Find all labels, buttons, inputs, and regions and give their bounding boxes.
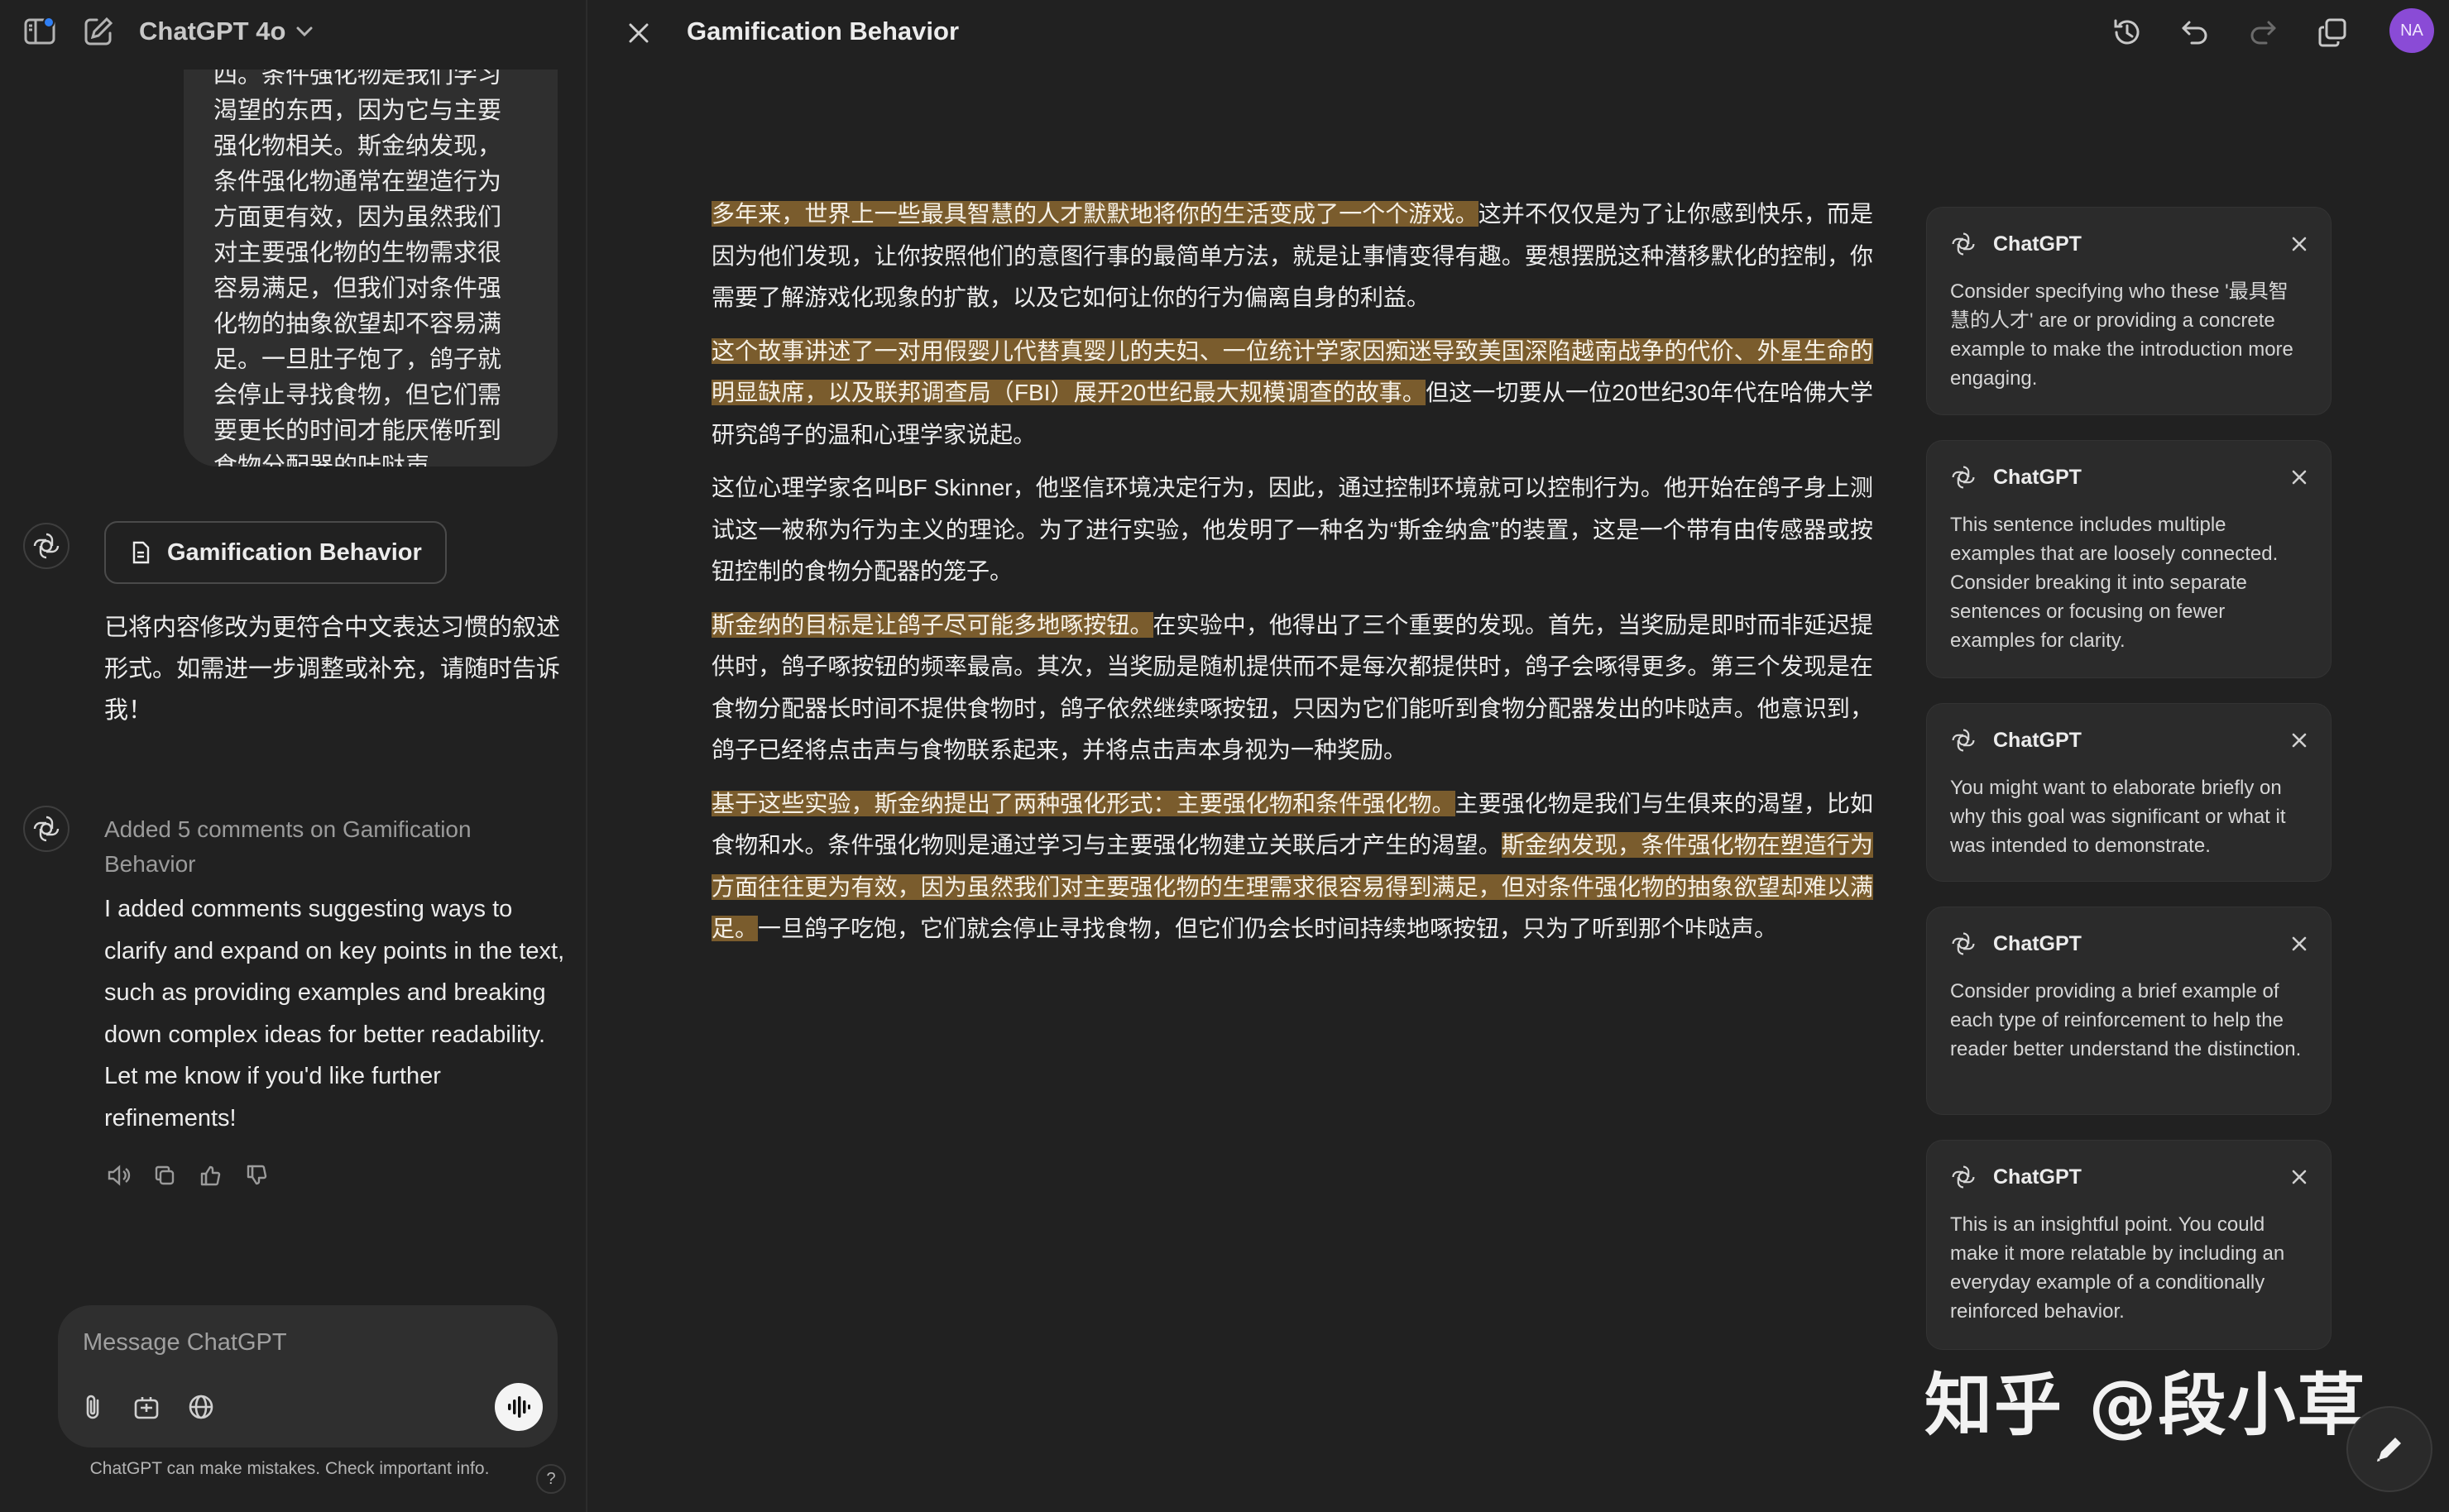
thumbs-down-icon[interactable] — [243, 1161, 271, 1189]
sidebar-toggle-icon[interactable] — [20, 13, 60, 50]
close-icon[interactable] — [2288, 729, 2311, 752]
assistant-reply-text: I added comments suggesting ways to clar… — [104, 896, 565, 1132]
chat-panel: ChatGPT 4o 四。条件强化物是我们学习渴望的东西，因为它与主要强化物相关… — [0, 0, 587, 1512]
notification-dot — [43, 17, 55, 28]
user-avatar[interactable]: NA — [2389, 8, 2434, 53]
comment-status-text[interactable]: Added 5 comments on Gamification Behavio… — [104, 812, 568, 882]
comment-text: Consider specifying who these '最具智慧的人才' … — [1950, 280, 2293, 390]
chatgpt-logo-icon — [1952, 932, 1975, 955]
comment-author: ChatGPT — [1993, 728, 2082, 752]
doc-paragraph: 多年来，世界上一些最具智慧的人才默默地将你的生活变成了一个个游戏。这并不仅仅是为… — [712, 194, 1873, 319]
chatgpt-logo-icon — [1952, 1165, 1975, 1189]
paperclip-icon[interactable] — [76, 1390, 111, 1424]
disclaimer-text: ChatGPT can make mistakes. Check importa… — [89, 1459, 490, 1478]
comment-card[interactable]: ChatGPT This sentence includes multiple … — [1926, 440, 2332, 678]
user-message-text: 四。条件强化物是我们学习渴望的东西，因为它与主要强化物相关。斯金纳发现，条件强化… — [213, 69, 502, 467]
comment-text: This is an insightful point. You could m… — [1950, 1213, 2285, 1323]
history-icon[interactable] — [2108, 13, 2146, 51]
chatgpt-logo-icon — [23, 523, 69, 569]
globe-icon[interactable] — [184, 1390, 218, 1424]
comment-author: ChatGPT — [1993, 465, 2082, 489]
edit-button[interactable] — [2346, 1406, 2432, 1492]
pencil-icon — [2377, 1438, 2401, 1462]
model-switcher[interactable]: ChatGPT 4o — [139, 12, 314, 51]
assistant-reply-text: 已将内容修改为更符合中文表达习惯的叙述形式。如需进一步调整或补充，请随时告诉我！ — [104, 615, 561, 724]
doc-paragraph: 这位心理学家名叫BF Skinner，他坚信环境决定行为，因此，通过控制环境就可… — [712, 467, 1873, 593]
redo-icon[interactable] — [2244, 13, 2282, 51]
help-button[interactable]: ? — [536, 1464, 566, 1494]
comment-author: ChatGPT — [1993, 232, 2082, 256]
doc-paragraph: 斯金纳的目标是让鸽子尽可能多地啄按钮。在实验中，他得出了三个重要的发现。首先，当… — [712, 605, 1873, 772]
chat-topbar: ChatGPT 4o — [0, 0, 587, 63]
commented-highlight[interactable]: 斯金纳的目标是让鸽子尽可能多地啄按钮。 — [712, 611, 1153, 638]
document-icon — [132, 541, 150, 564]
comment-text: You might want to elaborate briefly on w… — [1950, 777, 2286, 857]
waveform-icon — [508, 1396, 530, 1418]
close-icon[interactable] — [2288, 232, 2311, 256]
comment-card[interactable]: ChatGPT Consider specifying who these '最… — [1926, 207, 2332, 415]
paragraph-text: 这位心理学家名叫BF Skinner，他坚信环境决定行为，因此，通过控制环境就可… — [712, 475, 1873, 584]
message-actions — [104, 1161, 271, 1189]
canvas-panel: Gamification Behavior NA 多年来，世界上一些最具智慧的人… — [589, 0, 2449, 1512]
message-composer — [58, 1305, 558, 1447]
comment-card[interactable]: ChatGPT Consider providing a brief examp… — [1926, 907, 2332, 1115]
model-label: ChatGPT 4o — [139, 17, 286, 45]
read-aloud-icon[interactable] — [104, 1161, 132, 1189]
comment-header: ChatGPT — [1950, 462, 2082, 492]
close-icon[interactable] — [2288, 466, 2311, 489]
comment-text: Consider providing a brief example of ea… — [1950, 980, 2302, 1060]
comment-header: ChatGPT — [1950, 725, 2082, 755]
new-chat-icon[interactable] — [79, 13, 117, 50]
comment-text: This sentence includes multiple examples… — [1950, 514, 2279, 652]
commented-highlight[interactable]: 基于这些实验，斯金纳提出了两种强化形式：主要强化物和条件强化物。 — [712, 790, 1455, 816]
chatgpt-logo-icon — [23, 806, 69, 852]
chevron-down-icon — [296, 26, 313, 37]
doc-paragraph: 这个故事讲述了一对用假婴儿代替真婴儿的夫妇、一位统计学家因痴迷导致美国深陷越南战… — [712, 331, 1873, 457]
canvas-title: Gamification Behavior — [687, 17, 960, 45]
commented-highlight[interactable]: 多年来，世界上一些最具智慧的人才默默地将你的生活变成了一个个游戏。 — [712, 201, 1479, 227]
close-icon[interactable] — [621, 15, 657, 51]
close-icon[interactable] — [2288, 932, 2311, 955]
comment-card[interactable]: ChatGPT You might want to elaborate brie… — [1926, 703, 2332, 882]
comment-author: ChatGPT — [1993, 1165, 2082, 1189]
user-message-bubble: 四。条件强化物是我们学习渴望的东西，因为它与主要强化物相关。斯金纳发现，条件强化… — [184, 69, 558, 467]
voice-mode-button[interactable] — [495, 1383, 543, 1431]
comment-author: ChatGPT — [1993, 931, 2082, 955]
comment-card[interactable]: ChatGPT This is an insightful point. You… — [1926, 1140, 2332, 1350]
thumbs-up-icon[interactable] — [197, 1161, 225, 1189]
paragraph-text: 一旦鸽子吃饱，它们就会停止寻找食物，但它们仍会长时间持续地啄按钮，只为了听到那个… — [758, 916, 1778, 941]
chatgpt-logo-icon — [1952, 232, 1975, 256]
chatgpt-logo-icon — [1952, 466, 1975, 489]
copy-icon[interactable] — [151, 1161, 179, 1189]
chatgpt-logo-icon — [1952, 729, 1975, 752]
message-input[interactable] — [83, 1322, 530, 1363]
comment-header: ChatGPT — [1950, 929, 2082, 959]
canvas-chip-label: Gamification Behavior — [167, 538, 422, 566]
tools-icon[interactable] — [129, 1390, 164, 1424]
copy-icon[interactable] — [2313, 13, 2351, 51]
canvas-document-chip[interactable]: Gamification Behavior — [104, 521, 447, 584]
comment-header: ChatGPT — [1950, 229, 2082, 259]
undo-icon[interactable] — [2176, 13, 2214, 51]
comment-header: ChatGPT — [1950, 1162, 2082, 1192]
canvas-document[interactable]: 多年来，世界上一些最具智慧的人才默默地将你的生活变成了一个个游戏。这并不仅仅是为… — [712, 194, 1873, 962]
close-icon[interactable] — [2288, 1165, 2311, 1189]
doc-paragraph: 基于这些实验，斯金纳提出了两种强化形式：主要强化物和条件强化物。主要强化物是我们… — [712, 783, 1873, 950]
watermark-text: 知乎 @段小草 — [1924, 1366, 2367, 1445]
